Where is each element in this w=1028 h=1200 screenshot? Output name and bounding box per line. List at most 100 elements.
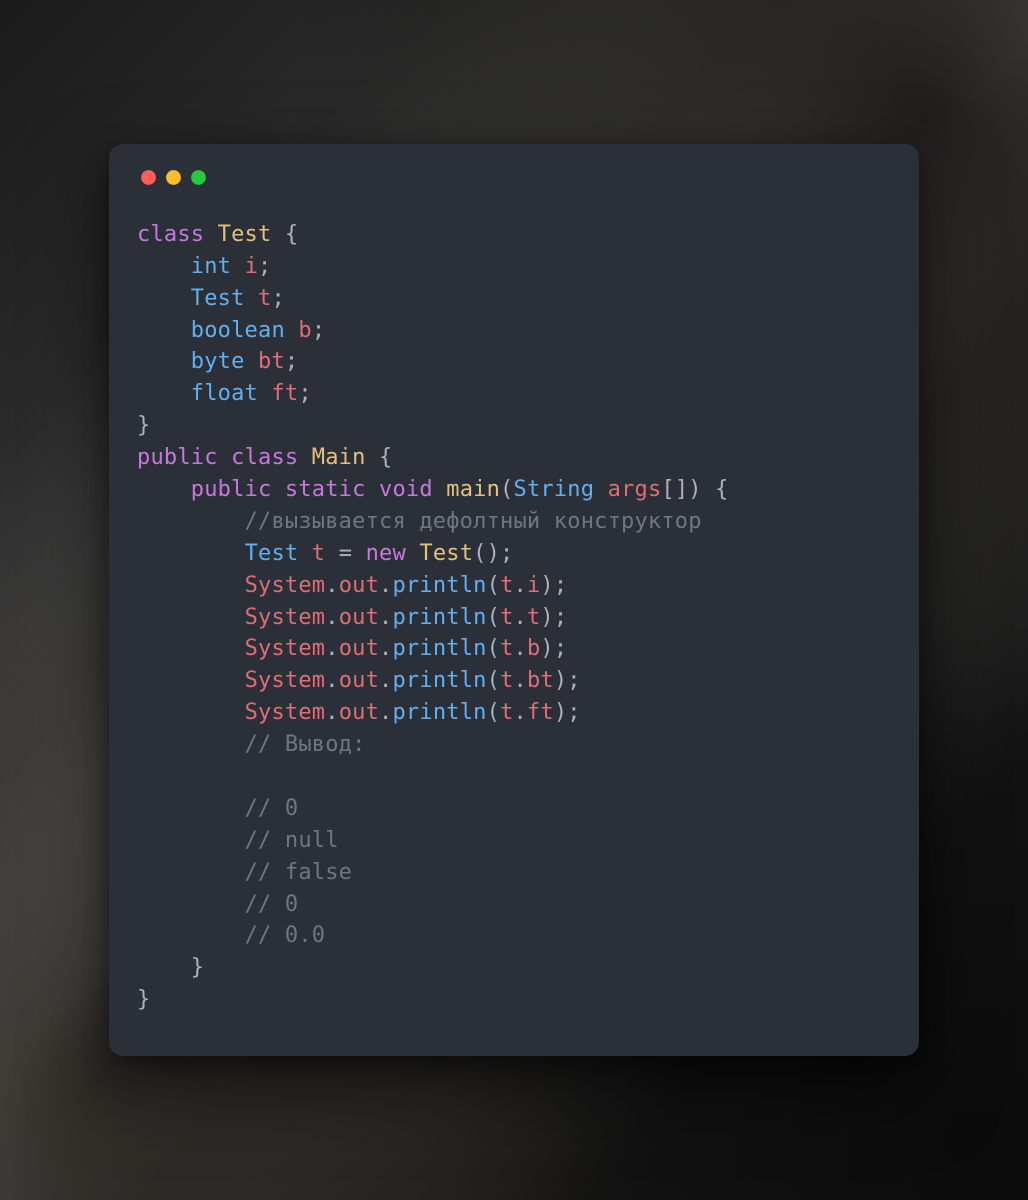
token-ident: ft bbox=[271, 381, 298, 406]
token-punct: (); bbox=[473, 541, 513, 566]
token-ident: bt bbox=[258, 349, 285, 374]
token-punct: { bbox=[366, 445, 393, 470]
token-comment: //вызывается дефолтный конструктор bbox=[245, 509, 702, 534]
token-ident: t bbox=[500, 668, 513, 693]
code-line: } bbox=[137, 955, 204, 980]
token-punct: ( bbox=[487, 668, 500, 693]
token-prop: out bbox=[339, 636, 379, 661]
token-class: Main bbox=[312, 445, 366, 470]
token-ident: i bbox=[527, 573, 540, 598]
token-type: Test bbox=[191, 286, 245, 311]
token-punct bbox=[137, 796, 245, 821]
token-punct: ; bbox=[271, 286, 284, 311]
token-punct: ); bbox=[540, 605, 567, 630]
token-punct bbox=[137, 381, 191, 406]
token-punct bbox=[298, 541, 311, 566]
token-obj: System bbox=[245, 636, 326, 661]
token-punct: . bbox=[325, 573, 338, 598]
token-punct bbox=[258, 381, 271, 406]
token-punct: . bbox=[325, 605, 338, 630]
token-punct bbox=[406, 541, 419, 566]
code-line: boolean b; bbox=[137, 318, 325, 343]
token-prop: out bbox=[339, 700, 379, 725]
token-kw: static bbox=[285, 477, 379, 502]
code-line: // false bbox=[137, 860, 352, 885]
code-line: float ft; bbox=[137, 381, 312, 406]
token-punct: . bbox=[379, 700, 392, 725]
token-ident: b bbox=[527, 636, 540, 661]
token-punct bbox=[137, 860, 245, 885]
token-fn: main bbox=[446, 477, 500, 502]
token-punct bbox=[137, 573, 245, 598]
token-punct: . bbox=[514, 700, 527, 725]
token-punct bbox=[137, 349, 191, 374]
token-punct: ( bbox=[487, 605, 500, 630]
token-punct: ); bbox=[554, 700, 581, 725]
zoom-icon[interactable] bbox=[191, 170, 206, 185]
token-punct: ; bbox=[312, 318, 325, 343]
token-punct bbox=[231, 254, 244, 279]
token-ident: t bbox=[500, 573, 513, 598]
token-punct: ); bbox=[540, 636, 567, 661]
token-punct bbox=[137, 286, 191, 311]
token-kw2: new bbox=[366, 541, 406, 566]
code-window: class Test { int i; Test t; boolean b; b… bbox=[109, 144, 919, 1056]
token-class: Test bbox=[218, 222, 272, 247]
token-punct: ( bbox=[487, 636, 500, 661]
token-ident: ft bbox=[527, 700, 554, 725]
close-icon[interactable] bbox=[141, 170, 156, 185]
code-line: // 0.0 bbox=[137, 923, 325, 948]
token-punct: . bbox=[514, 636, 527, 661]
token-obj: System bbox=[245, 605, 326, 630]
code-line: byte bt; bbox=[137, 349, 298, 374]
minimize-icon[interactable] bbox=[166, 170, 181, 185]
token-punct bbox=[137, 318, 191, 343]
token-punct bbox=[137, 254, 191, 279]
code-line: public static void main(String args[]) { bbox=[137, 477, 729, 502]
token-punct: . bbox=[514, 605, 527, 630]
token-punct: ( bbox=[487, 573, 500, 598]
token-punct bbox=[137, 636, 245, 661]
token-punct bbox=[245, 349, 258, 374]
code-line: Test t = new Test(); bbox=[137, 541, 514, 566]
token-punct bbox=[285, 318, 298, 343]
code-line: // 0 bbox=[137, 796, 298, 821]
token-punct bbox=[137, 668, 245, 693]
token-ident: i bbox=[245, 254, 258, 279]
code-line: // Вывод: bbox=[137, 732, 366, 757]
token-punct: ( bbox=[500, 477, 513, 502]
token-punct: . bbox=[514, 573, 527, 598]
token-punct bbox=[137, 732, 245, 757]
token-punct: . bbox=[325, 636, 338, 661]
token-type: byte bbox=[191, 349, 245, 374]
token-punct: []) { bbox=[661, 477, 728, 502]
token-punct bbox=[137, 923, 245, 948]
code-line: } bbox=[137, 413, 150, 438]
code-line: } bbox=[137, 987, 150, 1012]
token-ident: t bbox=[258, 286, 271, 311]
token-punct bbox=[137, 892, 245, 917]
token-punct bbox=[137, 541, 245, 566]
token-punct: ; bbox=[258, 254, 271, 279]
token-fn: Test bbox=[419, 541, 473, 566]
token-punct bbox=[137, 828, 245, 853]
token-punct bbox=[137, 509, 245, 534]
token-comment: // 0 bbox=[245, 892, 299, 917]
token-ident: t bbox=[527, 605, 540, 630]
token-punct: . bbox=[379, 605, 392, 630]
token-punct: ( bbox=[487, 700, 500, 725]
token-comment: // false bbox=[245, 860, 353, 885]
token-prop: out bbox=[339, 668, 379, 693]
token-punct: ); bbox=[554, 668, 581, 693]
token-punct: . bbox=[325, 668, 338, 693]
token-punct: . bbox=[514, 668, 527, 693]
code-line: System.out.println(t.t); bbox=[137, 605, 567, 630]
token-ident: t bbox=[312, 541, 325, 566]
code-line: class Test { bbox=[137, 222, 298, 247]
token-punct bbox=[137, 477, 191, 502]
token-prop: out bbox=[339, 605, 379, 630]
token-punct bbox=[137, 700, 245, 725]
token-method: println bbox=[392, 636, 486, 661]
token-ident: args bbox=[608, 477, 662, 502]
token-method: println bbox=[392, 573, 486, 598]
